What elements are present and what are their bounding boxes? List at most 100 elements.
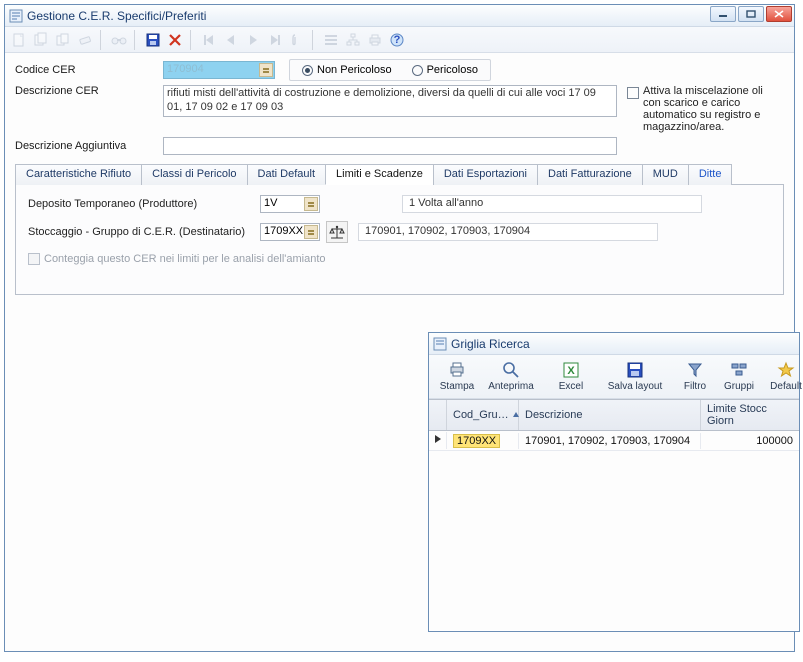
paperclip-icon[interactable] [287,30,307,50]
stoccaggio-input[interactable]: 1709XX [260,223,320,241]
search-grid-dialog: Griglia Ricerca Stampa Anteprima X Excel… [428,332,800,632]
descrizione-cer-input[interactable]: rifiuti misti dell'attività di costruzio… [163,85,617,117]
titlebar: Gestione C.E.R. Specifici/Preferiti [5,5,794,27]
lookup-icon[interactable] [304,197,318,211]
stoccaggio-value: 1709XX [264,225,303,237]
maximize-button[interactable] [738,6,764,22]
amianto-label: Conteggia questo CER nei limiti per le a… [44,253,326,265]
main-toolbar: ? [5,27,794,53]
minimize-button[interactable] [710,6,736,22]
row-indicator-header [429,400,447,430]
stampa-button[interactable]: Stampa [433,357,481,397]
tab-classi-pericolo[interactable]: Classi di Pericolo [141,164,247,185]
grid-header: Cod_Gru… Descrizione Limite Stocc Giorn [429,400,799,431]
row-indicator-icon [429,432,447,449]
excel-label: Excel [559,381,583,392]
stoccaggio-desc: 170901, 170902, 170903, 170904 [358,223,658,241]
default-button[interactable]: Default [763,357,803,397]
save-icon[interactable] [143,30,163,50]
salva-layout-button[interactable]: Salva layout [603,357,667,397]
anteprima-button[interactable]: Anteprima [483,357,539,397]
row-descrizione-agg: Descrizione Aggiuntiva [15,137,784,155]
prev-record-icon[interactable] [221,30,241,50]
deposito-input[interactable]: 1V [260,195,320,213]
row-deposito: Deposito Temporaneo (Produttore) 1V 1 Vo… [28,195,771,213]
last-record-icon[interactable] [265,30,285,50]
tab-dati-esportazioni[interactable]: Dati Esportazioni [433,164,538,185]
tab-mud[interactable]: MUD [642,164,689,185]
new-doc-icon[interactable] [9,30,29,50]
descrizione-agg-label: Descrizione Aggiuntiva [15,140,163,152]
funnel-icon [686,361,704,379]
svg-text:?: ? [394,34,401,46]
excel-button[interactable]: X Excel [547,357,595,397]
next-record-icon[interactable] [243,30,263,50]
delete-icon[interactable] [165,30,185,50]
descrizione-agg-input[interactable] [163,137,617,155]
tab-page-limiti: Deposito Temporaneo (Produttore) 1V 1 Vo… [15,185,784,295]
anteprima-label: Anteprima [488,381,534,392]
row-stoccaggio: Stoccaggio - Gruppo di C.E.R. (Destinata… [28,221,771,243]
tab-caratteristiche-rifiuto[interactable]: Caratteristiche Rifiuto [15,164,142,185]
filtro-button[interactable]: Filtro [675,357,715,397]
svg-text:X: X [567,365,575,377]
scales-icon[interactable] [326,221,348,243]
tab-dati-fatturazione[interactable]: Dati Fatturazione [537,164,643,185]
amianto-checkbox: Conteggia questo CER nei limiti per le a… [28,253,771,265]
eraser-icon[interactable] [75,30,95,50]
deposito-desc: 1 Volta all'anno [402,195,702,213]
codice-cer-label: Codice CER [15,64,163,76]
pericoloso-radio-group: Non Pericoloso Pericoloso [289,59,491,81]
col-limite[interactable]: Limite Stocc Giorn [701,400,799,430]
tab-limiti-scadenze[interactable]: Limiti e Scadenze [325,164,434,185]
radio-pericoloso[interactable]: Pericoloso [412,64,478,76]
print-icon[interactable] [365,30,385,50]
hierarchy-icon[interactable] [343,30,363,50]
dialog-titlebar: Griglia Ricerca [429,333,799,355]
save-icon [626,361,644,379]
cell-value: 1709XX [453,434,500,448]
tab-ditte[interactable]: Ditte [688,164,733,185]
cell-descrizione: 170901, 170902, 170903, 170904 [519,433,701,449]
row-codice-cer: Codice CER 170904 Non Pericoloso Pericol… [15,59,784,81]
radio-label: Non Pericoloso [317,64,392,76]
excel-icon: X [562,361,580,379]
cell-limite: 100000 [701,433,799,449]
radio-dot-selected-icon [302,65,313,76]
col-cod-gru[interactable]: Cod_Gru… [447,400,519,430]
help-icon[interactable]: ? [387,30,407,50]
list-icon[interactable] [321,30,341,50]
deposito-label: Deposito Temporaneo (Produttore) [28,198,254,210]
dialog-toolbar: Stampa Anteprima X Excel Salva layout Fi… [429,355,799,399]
binoculars-icon[interactable] [109,30,129,50]
toolbar-separator [134,30,138,50]
default-label: Default [770,381,802,392]
grid-row[interactable]: 1709XX 170901, 170902, 170903, 170904 10… [429,431,799,451]
radio-non-pericoloso[interactable]: Non Pericoloso [302,64,392,76]
app-icon [433,337,447,351]
doc-stack-icon[interactable] [31,30,51,50]
radio-dot-icon [412,65,423,76]
tab-container: Caratteristiche Rifiuto Classi di Perico… [15,163,784,295]
codice-cer-input[interactable]: 170904 [163,61,275,79]
stoccaggio-label: Stoccaggio - Gruppo di C.E.R. (Destinata… [28,226,254,238]
oil-mix-checkbox[interactable]: Attiva la miscelazione oli con scarico e… [627,85,777,133]
result-grid: Cod_Gru… Descrizione Limite Stocc Giorn … [429,399,799,451]
copy-icon[interactable] [53,30,73,50]
descrizione-cer-label: Descrizione CER [15,85,163,97]
col-label: Cod_Gru… [453,409,509,421]
group-icon [730,361,748,379]
app-icon [9,9,23,23]
tab-dati-default[interactable]: Dati Default [247,164,326,185]
col-descrizione[interactable]: Descrizione [519,400,701,430]
checkbox-box-icon [627,87,639,99]
gruppi-button[interactable]: Gruppi [717,357,761,397]
deposito-value: 1V [264,197,277,209]
lookup-icon[interactable] [259,63,273,77]
lookup-icon[interactable] [304,225,318,239]
first-record-icon[interactable] [199,30,219,50]
magnifier-icon [502,361,520,379]
close-button[interactable] [766,6,792,22]
toolbar-separator [190,30,194,50]
print-icon [448,361,466,379]
